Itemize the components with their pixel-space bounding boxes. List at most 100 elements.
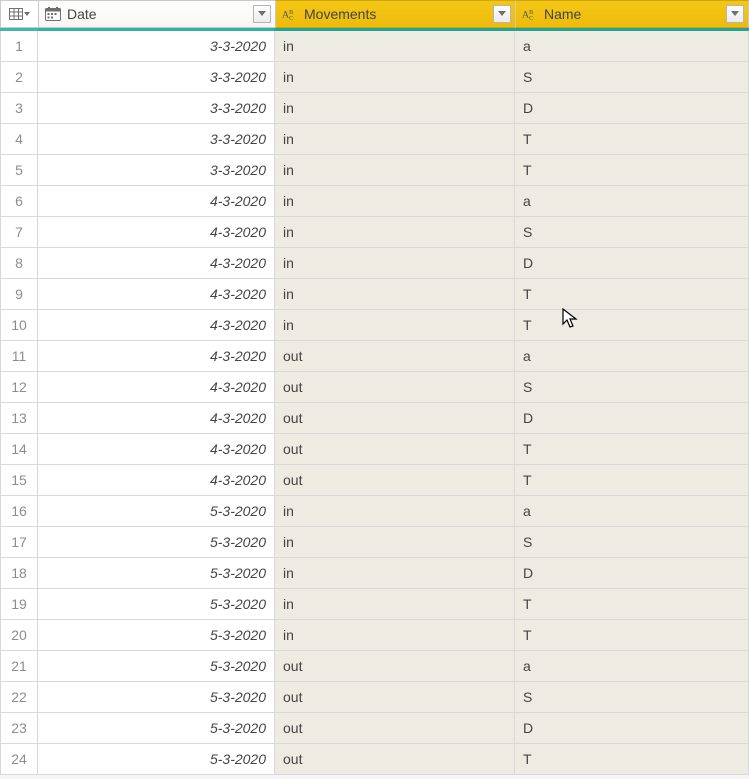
- table-row[interactable]: 84-3-2020inD: [0, 248, 749, 279]
- column-header-movements[interactable]: A B C Movements: [275, 0, 515, 28]
- cell-date[interactable]: 4-3-2020: [38, 403, 275, 434]
- cell-date[interactable]: 4-3-2020: [38, 465, 275, 496]
- filter-dropdown[interactable]: [493, 5, 511, 23]
- cell-name[interactable]: S: [515, 372, 749, 403]
- cell-movements[interactable]: in: [275, 310, 515, 341]
- row-number[interactable]: 12: [0, 372, 38, 403]
- cell-movements[interactable]: in: [275, 62, 515, 93]
- cell-date[interactable]: 4-3-2020: [38, 217, 275, 248]
- table-row[interactable]: 53-3-2020inT: [0, 155, 749, 186]
- table-row[interactable]: 124-3-2020outS: [0, 372, 749, 403]
- cell-name[interactable]: T: [515, 310, 749, 341]
- cell-movements[interactable]: in: [275, 620, 515, 651]
- cell-movements[interactable]: in: [275, 217, 515, 248]
- cell-date[interactable]: 5-3-2020: [38, 527, 275, 558]
- table-row[interactable]: 235-3-2020outD: [0, 713, 749, 744]
- cell-movements[interactable]: in: [275, 155, 515, 186]
- cell-name[interactable]: T: [515, 155, 749, 186]
- cell-name[interactable]: a: [515, 31, 749, 62]
- table-row[interactable]: 245-3-2020outT: [0, 744, 749, 775]
- row-number[interactable]: 16: [0, 496, 38, 527]
- cell-date[interactable]: 3-3-2020: [38, 31, 275, 62]
- cell-name[interactable]: D: [515, 248, 749, 279]
- row-number[interactable]: 17: [0, 527, 38, 558]
- cell-name[interactable]: D: [515, 713, 749, 744]
- table-row[interactable]: 195-3-2020inT: [0, 589, 749, 620]
- row-number[interactable]: 21: [0, 651, 38, 682]
- cell-name[interactable]: T: [515, 744, 749, 775]
- column-header-name[interactable]: A B C Name: [515, 0, 749, 28]
- filter-dropdown[interactable]: [726, 5, 744, 23]
- cell-movements[interactable]: out: [275, 651, 515, 682]
- cell-date[interactable]: 4-3-2020: [38, 310, 275, 341]
- cell-movements[interactable]: out: [275, 434, 515, 465]
- cell-date[interactable]: 5-3-2020: [38, 713, 275, 744]
- cell-date[interactable]: 5-3-2020: [38, 620, 275, 651]
- cell-name[interactable]: D: [515, 93, 749, 124]
- row-number[interactable]: 24: [0, 744, 38, 775]
- cell-name[interactable]: D: [515, 558, 749, 589]
- table-row[interactable]: 175-3-2020inS: [0, 527, 749, 558]
- filter-dropdown[interactable]: [253, 5, 271, 23]
- row-number[interactable]: 4: [0, 124, 38, 155]
- cell-movements[interactable]: in: [275, 31, 515, 62]
- cell-date[interactable]: 5-3-2020: [38, 744, 275, 775]
- table-row[interactable]: 225-3-2020outS: [0, 682, 749, 713]
- row-number[interactable]: 11: [0, 341, 38, 372]
- cell-date[interactable]: 4-3-2020: [38, 341, 275, 372]
- cell-name[interactable]: T: [515, 589, 749, 620]
- cell-name[interactable]: a: [515, 651, 749, 682]
- table-row[interactable]: 13-3-2020ina: [0, 31, 749, 62]
- row-number[interactable]: 18: [0, 558, 38, 589]
- cell-movements[interactable]: in: [275, 589, 515, 620]
- table-row[interactable]: 185-3-2020inD: [0, 558, 749, 589]
- cell-date[interactable]: 3-3-2020: [38, 62, 275, 93]
- cell-movements[interactable]: out: [275, 341, 515, 372]
- cell-date[interactable]: 5-3-2020: [38, 651, 275, 682]
- cell-name[interactable]: T: [515, 279, 749, 310]
- table-row[interactable]: 23-3-2020inS: [0, 62, 749, 93]
- cell-date[interactable]: 5-3-2020: [38, 558, 275, 589]
- table-row[interactable]: 43-3-2020inT: [0, 124, 749, 155]
- cell-date[interactable]: 5-3-2020: [38, 589, 275, 620]
- table-row[interactable]: 64-3-2020ina: [0, 186, 749, 217]
- table-row[interactable]: 74-3-2020inS: [0, 217, 749, 248]
- cell-movements[interactable]: in: [275, 496, 515, 527]
- cell-movements[interactable]: in: [275, 93, 515, 124]
- cell-name[interactable]: T: [515, 620, 749, 651]
- cell-date[interactable]: 4-3-2020: [38, 434, 275, 465]
- cell-movements[interactable]: out: [275, 403, 515, 434]
- cell-name[interactable]: S: [515, 62, 749, 93]
- cell-movements[interactable]: out: [275, 465, 515, 496]
- cell-movements[interactable]: in: [275, 124, 515, 155]
- cell-name[interactable]: S: [515, 527, 749, 558]
- row-number[interactable]: 19: [0, 589, 38, 620]
- row-number[interactable]: 10: [0, 310, 38, 341]
- row-number[interactable]: 9: [0, 279, 38, 310]
- row-number[interactable]: 3: [0, 93, 38, 124]
- row-number[interactable]: 8: [0, 248, 38, 279]
- row-number[interactable]: 20: [0, 620, 38, 651]
- table-row[interactable]: 154-3-2020outT: [0, 465, 749, 496]
- cell-date[interactable]: 4-3-2020: [38, 186, 275, 217]
- select-all-corner[interactable]: [0, 0, 38, 28]
- table-row[interactable]: 134-3-2020outD: [0, 403, 749, 434]
- row-number[interactable]: 5: [0, 155, 38, 186]
- cell-date[interactable]: 3-3-2020: [38, 155, 275, 186]
- row-number[interactable]: 7: [0, 217, 38, 248]
- table-row[interactable]: 165-3-2020ina: [0, 496, 749, 527]
- column-header-date[interactable]: Date: [38, 0, 275, 28]
- cell-movements[interactable]: out: [275, 372, 515, 403]
- table-row[interactable]: 94-3-2020inT: [0, 279, 749, 310]
- cell-name[interactable]: T: [515, 465, 749, 496]
- cell-name[interactable]: T: [515, 124, 749, 155]
- cell-date[interactable]: 4-3-2020: [38, 248, 275, 279]
- table-row[interactable]: 215-3-2020outa: [0, 651, 749, 682]
- table-row[interactable]: 205-3-2020inT: [0, 620, 749, 651]
- cell-movements[interactable]: out: [275, 682, 515, 713]
- cell-name[interactable]: S: [515, 217, 749, 248]
- row-number[interactable]: 23: [0, 713, 38, 744]
- table-row[interactable]: 33-3-2020inD: [0, 93, 749, 124]
- cell-movements[interactable]: out: [275, 744, 515, 775]
- cell-movements[interactable]: in: [275, 558, 515, 589]
